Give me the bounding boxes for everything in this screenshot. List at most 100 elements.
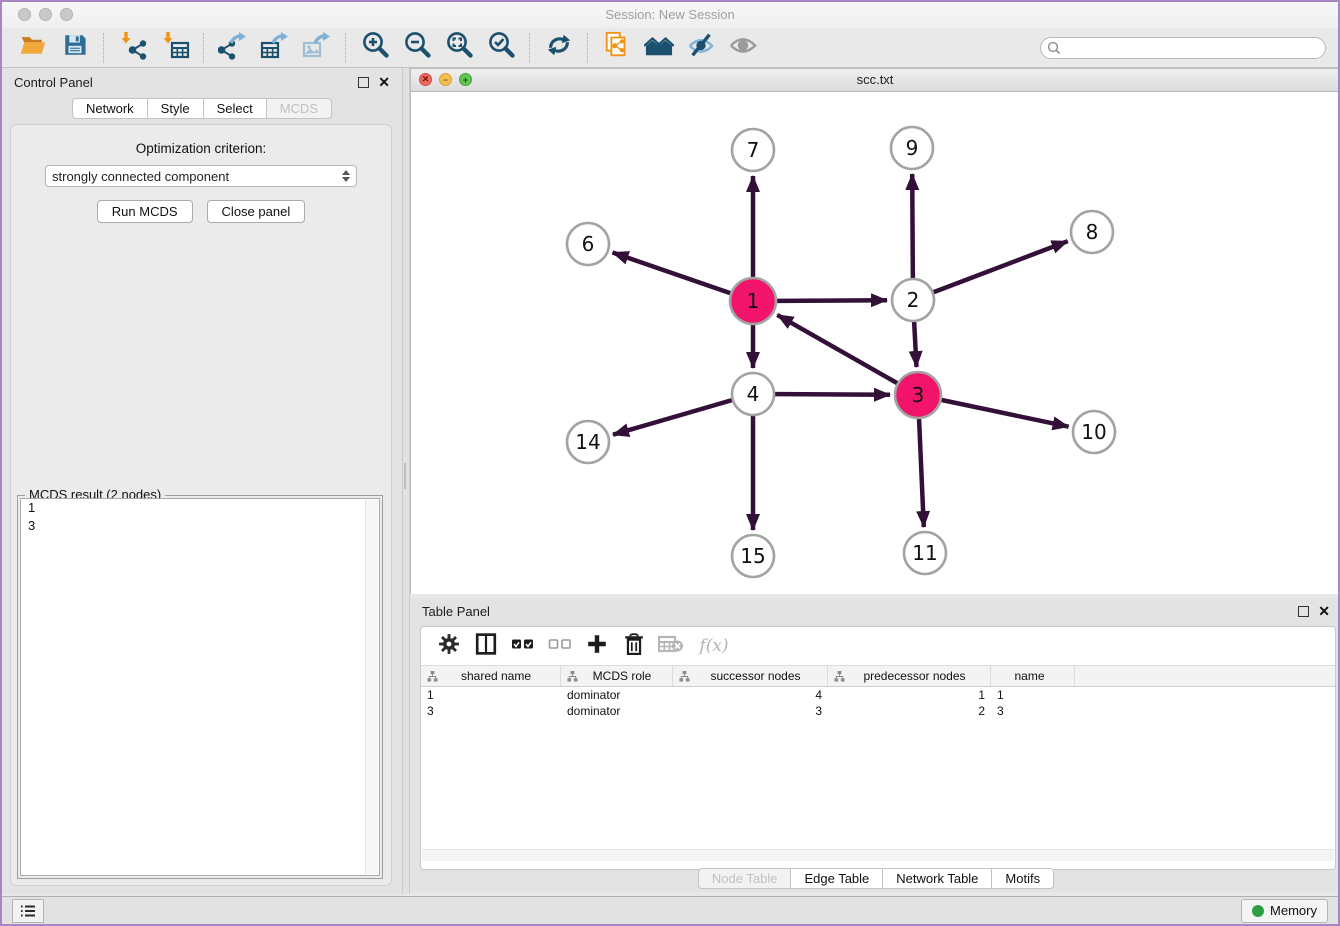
result-scrollbar[interactable] xyxy=(365,500,378,874)
node-2[interactable]: 2 xyxy=(892,279,934,321)
network-maximize-button[interactable]: + xyxy=(459,73,472,86)
column-header-filler xyxy=(1075,666,1335,686)
zoom-out-button[interactable] xyxy=(396,31,438,65)
export-table-button[interactable] xyxy=(254,31,296,65)
node-8[interactable]: 8 xyxy=(1071,211,1113,253)
node-9[interactable]: 9 xyxy=(891,127,933,169)
tab-select[interactable]: Select xyxy=(203,98,266,119)
network-window-titlebar: ✕ − + scc.txt xyxy=(411,69,1339,92)
node-11[interactable]: 11 xyxy=(904,532,946,574)
node-3[interactable]: 3 xyxy=(895,372,941,418)
tab-motifs[interactable]: Motifs xyxy=(991,868,1054,889)
memory-status-icon xyxy=(1252,905,1264,917)
apply-layout-button[interactable] xyxy=(538,31,580,65)
panel-splitter[interactable] xyxy=(402,68,410,894)
export-table-icon xyxy=(260,30,290,65)
column-header-MCDS-role[interactable]: MCDS role xyxy=(561,666,673,686)
mcds-result-area[interactable]: 13 xyxy=(20,498,380,876)
table-horizontal-scrollbar[interactable] xyxy=(422,849,1334,861)
criterion-dropdown[interactable]: strongly connected component xyxy=(45,165,357,187)
cell[interactable]: 4 xyxy=(673,687,828,703)
cell[interactable]: 2 xyxy=(828,703,991,719)
cell[interactable]: dominator xyxy=(561,687,673,703)
delete-rows-icon xyxy=(624,633,644,660)
node-4[interactable]: 4 xyxy=(732,373,774,415)
node-14[interactable]: 14 xyxy=(567,421,609,463)
show-all-button[interactable] xyxy=(722,31,764,65)
close-panel-button[interactable]: Close panel xyxy=(207,200,306,223)
column-header-name[interactable]: name xyxy=(991,666,1075,686)
table-row[interactable]: 1dominator411 xyxy=(421,687,1335,703)
tab-network-table[interactable]: Network Table xyxy=(882,868,991,889)
node-15[interactable]: 15 xyxy=(732,535,774,577)
network-close-button[interactable]: ✕ xyxy=(419,73,432,86)
import-network-icon xyxy=(118,30,148,65)
deselect-all-rows-button[interactable] xyxy=(546,633,574,659)
float-table-panel-icon[interactable] xyxy=(1298,606,1309,617)
run-mcds-button[interactable]: Run MCDS xyxy=(97,200,193,223)
hide-selected-button[interactable] xyxy=(680,31,722,65)
svg-text:14: 14 xyxy=(575,430,600,454)
select-all-rows-button[interactable] xyxy=(509,633,537,659)
export-network-button[interactable] xyxy=(212,31,254,65)
deselect-all-rows-icon xyxy=(548,636,572,657)
float-panel-icon[interactable] xyxy=(358,77,369,88)
main-toolbar xyxy=(2,28,1338,68)
cell[interactable]: 3 xyxy=(991,703,1075,719)
function-builder-button: f(x) xyxy=(694,633,734,659)
clone-network-button[interactable] xyxy=(596,31,638,65)
svg-text:9: 9 xyxy=(906,136,919,160)
toolbar-separator xyxy=(203,33,205,63)
column-header-predecessor-nodes[interactable]: predecessor nodes xyxy=(828,666,991,686)
add-row-button[interactable] xyxy=(583,633,611,659)
column-header-successor-nodes[interactable]: successor nodes xyxy=(673,666,828,686)
close-table-panel-icon[interactable]: ✕ xyxy=(1318,606,1330,616)
tab-style[interactable]: Style xyxy=(147,98,203,119)
delete-rows-button[interactable] xyxy=(620,633,648,659)
node-10[interactable]: 10 xyxy=(1073,411,1115,453)
zoom-fit-button[interactable] xyxy=(438,31,480,65)
cell[interactable]: 3 xyxy=(421,703,561,719)
tab-mcds[interactable]: MCDS xyxy=(266,98,332,119)
tab-node-table[interactable]: Node Table xyxy=(698,868,791,889)
cell[interactable]: 1 xyxy=(421,687,561,703)
tab-network[interactable]: Network xyxy=(72,98,147,119)
zoom-fit-icon xyxy=(444,30,474,65)
svg-text:1: 1 xyxy=(747,289,760,313)
node-6[interactable]: 6 xyxy=(567,223,609,265)
toggle-column-display-button[interactable] xyxy=(472,633,500,659)
zoom-selected-icon xyxy=(486,30,516,65)
column-header-shared-name[interactable]: shared name xyxy=(421,666,561,686)
export-image-button[interactable] xyxy=(296,31,338,65)
node-7[interactable]: 7 xyxy=(732,129,774,171)
network-canvas[interactable]: 7 9 6 8 1 2 4 3 14 10 15 11 xyxy=(411,92,1339,594)
cell[interactable]: 3 xyxy=(673,703,828,719)
first-neighbors-icon xyxy=(644,31,674,64)
table-row[interactable]: 3dominator323 xyxy=(421,703,1335,719)
network-minimize-button[interactable]: − xyxy=(439,73,452,86)
cell[interactable]: 1 xyxy=(828,687,991,703)
open-session-button[interactable] xyxy=(12,31,54,65)
tab-edge-table[interactable]: Edge Table xyxy=(790,868,882,889)
node-1[interactable]: 1 xyxy=(730,278,776,324)
zoom-in-button[interactable] xyxy=(354,31,396,65)
save-session-button[interactable] xyxy=(54,31,96,65)
edge-2-8[interactable] xyxy=(913,241,1068,300)
mcds-result-node: 3 xyxy=(21,517,379,535)
cell[interactable]: 1 xyxy=(991,687,1075,703)
task-history-button[interactable] xyxy=(12,899,44,923)
svg-text:8: 8 xyxy=(1086,220,1099,244)
memory-button[interactable]: Memory xyxy=(1241,899,1328,923)
function-builder-icon: f(x) xyxy=(699,636,728,656)
table-settings-button[interactable] xyxy=(435,633,463,659)
first-neighbors-button[interactable] xyxy=(638,31,680,65)
attribute-icon xyxy=(834,671,845,682)
search-input[interactable] xyxy=(1040,37,1326,59)
close-panel-icon[interactable]: ✕ xyxy=(378,77,390,87)
import-network-button[interactable] xyxy=(112,31,154,65)
zoom-selected-button[interactable] xyxy=(480,31,522,65)
toolbar-separator xyxy=(103,33,105,63)
svg-text:3: 3 xyxy=(912,383,925,407)
cell[interactable]: dominator xyxy=(561,703,673,719)
import-table-button[interactable] xyxy=(154,31,196,65)
